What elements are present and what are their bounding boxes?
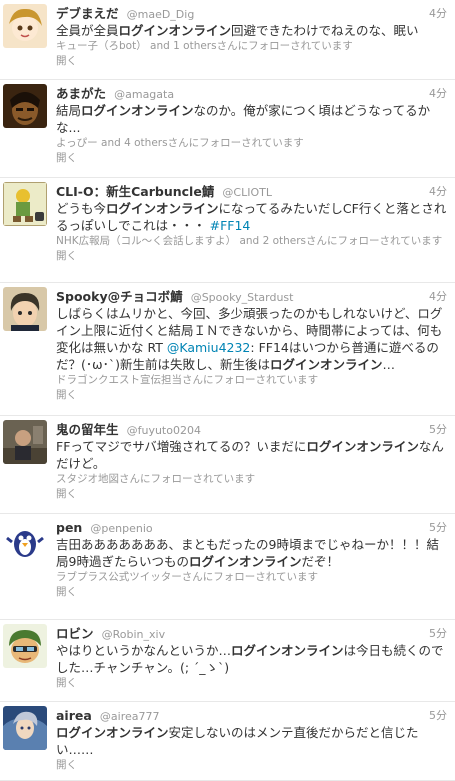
followed-by-text: よっぴー and 4 othersさんにフォローされています [56,137,304,149]
user-name[interactable]: ロビン [56,626,94,641]
expand-link[interactable]: 開く [56,676,447,691]
expand-link[interactable]: 開く [56,151,447,166]
hashtag-link[interactable]: #FF14 [210,218,251,233]
highlighted-keyword: ログインオンライン [81,103,194,118]
avatar[interactable] [3,706,47,750]
tweet-item[interactable]: ロビン @Robin_xiv 5分 やはりというかなんというか…ログインオンライ… [0,620,455,702]
expand-link[interactable]: 開く [56,249,447,264]
expand-link[interactable]: 開く [56,758,447,773]
tweet-text-segment: 結局 [56,103,82,118]
tweet-text: FFってマジでサバ増強されてるの？いまだにログインオンラインなんだけど。 [56,438,447,472]
highlighted-keyword: ログインオンライン [188,554,302,569]
user-name[interactable]: あまがた [56,86,106,101]
avatar[interactable] [3,420,47,464]
tweet-item[interactable]: デブまえだ @maeD_Dig 4分 全員が全員ログインオンライン回避できたわけ… [0,0,455,80]
tweet-item[interactable]: pen @penpenio 5分 吉田あああああああ、まともだったの9時頃までじ… [0,514,455,620]
highlighted-keyword: ログインオンライン [56,725,169,740]
followed-by-text: NHK広報局（コル〜く会話しますよ） and 2 othersさんにフォローされ… [56,235,443,247]
tweet-text: やはりというかなんというか…ログインオンラインは今日も続くのでした…チャンチャン… [56,642,447,676]
expand-link[interactable]: 開く [56,487,447,502]
tweet-item[interactable]: 鬼の留年生 @fuyuto0204 5分 FFってマジでサバ増強されてるの？いま… [0,416,455,514]
tweet-text-segment: … [382,357,396,372]
tweet-header: ロビン @Robin_xiv [56,625,447,641]
timestamp[interactable]: 5分 [429,707,447,723]
timestamp[interactable]: 4分 [429,5,447,21]
tweet-text-segment: やはりというかなんというか… [56,643,232,658]
user-name[interactable]: pen [56,520,82,535]
expand-link[interactable]: 開く [56,388,447,403]
tweet-header: CLI-O：新生Carbuncle鯖 @CLIOTL [56,183,447,199]
user-handle[interactable]: @fuyuto0204 [127,424,201,437]
followed-by-text: ドラゴンクエスト宣伝担当さんにフォローされています [56,374,319,386]
user-name[interactable]: Spooky@チョコボ鯖 [56,289,183,304]
timestamp[interactable]: 5分 [429,625,447,641]
avatar[interactable] [3,84,47,128]
tweet-item[interactable]: CLI-O：新生Carbuncle鯖 @CLIOTL 4分 どうも今ログインオン… [0,178,455,283]
user-handle[interactable]: @airea777 [100,710,160,723]
tweet-text-segment: FFってマジでサバ増強されてるの？いまだに [56,439,307,454]
avatar[interactable] [3,518,47,562]
expand-link[interactable]: 開く [56,54,447,69]
expand-link[interactable]: 開く [56,585,447,600]
tweet-text: ログインオンライン安定しないのはメンテ直後だからだと信じたい…… [56,724,447,758]
tweet-text: 全員が全員ログインオンライン回避できたわけでねえのな、眠い [56,22,447,39]
user-handle[interactable]: @amagata [114,88,174,101]
tweet-text-segment: 回避できたわけでねえのな、眠い [231,23,419,38]
tweet-header: airea @airea777 [56,707,447,723]
tweet-header: デブまえだ @maeD_Dig [56,5,447,21]
highlighted-keyword: ログインオンライン [231,643,344,658]
tweet-text: 結局ログインオンラインなのか。俺が家につく頃はどうなってるかな... [56,102,447,136]
tweet-header: Spooky@チョコボ鯖 @Spooky_Stardust [56,288,447,304]
tweet-header: pen @penpenio [56,519,447,535]
timestamp[interactable]: 4分 [429,288,447,304]
tweet-text-segment: だぞ！ [301,554,339,569]
highlighted-keyword: ログインオンライン [106,201,219,216]
user-handle[interactable]: @Spooky_Stardust [191,291,294,304]
highlighted-keyword: ログインオンライン [306,439,419,454]
highlighted-keyword: ログインオンライン [118,23,232,38]
tweet-item[interactable]: あまがた @amagata 4分 結局ログインオンラインなのか。俺が家につく頃は… [0,80,455,178]
tweet-header: 鬼の留年生 @fuyuto0204 [56,421,447,437]
avatar[interactable] [3,287,47,331]
avatar[interactable] [3,624,47,668]
timestamp[interactable]: 5分 [429,519,447,535]
user-handle[interactable]: @CLIOTL [222,186,272,199]
tweet-header: あまがた @amagata [56,85,447,101]
followed-by-text: ラブプラス公式ツイッターさんにフォローされています [56,571,318,583]
tweet-item[interactable]: Spooky@チョコボ鯖 @Spooky_Stardust 4分 しばらくはムリ… [0,283,455,416]
timestamp[interactable]: 4分 [429,183,447,199]
mention-link[interactable]: @Kamiu4232 [167,340,251,355]
tweet-text: しばらくはムリかと、今回、多少頑張ったのかもしれないけど、ログイン上限に近付くと… [56,305,447,373]
avatar[interactable] [3,4,47,48]
followed-by-text: キュー子（ろbot） and 1 othersさんにフォローされています [56,40,353,52]
followed-by-text: スタジオ地図さんにフォローされています [56,473,256,485]
user-handle[interactable]: @Robin_xiv [102,628,165,641]
user-name[interactable]: デブまえだ [56,6,119,21]
highlighted-keyword: ログインオンライン [269,357,383,372]
avatar[interactable] [3,182,47,226]
tweet-text-segment: 全員が全員 [56,23,119,38]
tweet-text-segment: どうも今 [56,201,107,216]
user-handle[interactable]: @penpenio [90,522,152,535]
tweet-text: 吉田あああああああ、まともだったの9時頃までじゃねーか！！！結局9時過ぎたらいつ… [56,536,447,570]
tweet-item[interactable]: airea @airea777 5分 ログインオンライン安定しないのはメンテ直後… [0,702,455,781]
user-name[interactable]: airea [56,708,92,723]
timestamp[interactable]: 4分 [429,85,447,101]
timestamp[interactable]: 5分 [429,421,447,437]
tweet-feed: デブまえだ @maeD_Dig 4分 全員が全員ログインオンライン回避できたわけ… [0,0,455,781]
user-handle[interactable]: @maeD_Dig [127,8,195,21]
user-name[interactable]: CLI-O：新生Carbuncle鯖 [56,184,214,199]
tweet-text: どうも今ログインオンラインになってるみたいだしCF行くと落とされるっぽいしでこれ… [56,200,447,234]
user-name[interactable]: 鬼の留年生 [56,422,119,437]
